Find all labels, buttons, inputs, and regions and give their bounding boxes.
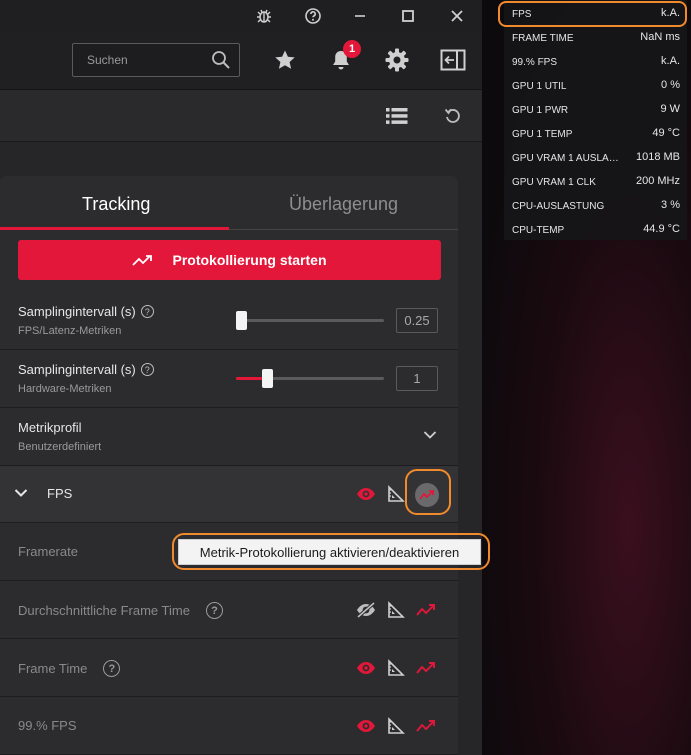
list-view-icon[interactable] [384,104,410,128]
metric-row-avg-frametime: Durchschnittliche Frame Time? [0,581,458,639]
sub-toolbar [0,90,482,142]
trend-icon[interactable] [415,599,437,621]
bug-report-icon[interactable] [251,4,277,28]
ruler-triangle-icon[interactable] [385,599,407,621]
trend-icon[interactable] [415,657,437,679]
app-window: Suchen 1 Tracking Überlagerung Protokoll… [0,0,482,755]
chevron-down-icon[interactable] [423,430,437,440]
notification-badge: 1 [343,40,361,58]
ruler-triangle-icon[interactable] [385,657,407,679]
overlay-row: GPU 1 PWR 9 W [512,103,680,116]
eye-icon[interactable] [355,657,377,679]
maximize-icon[interactable] [395,4,421,28]
title-bar [0,0,482,32]
overlay-fps-highlight [498,1,687,27]
sampling-fps-title: Samplingintervall (s)? [18,304,154,319]
setting-sampling-fps: Samplingintervall (s)? FPS/Latenz-Metrik… [0,292,458,350]
eye-icon[interactable] [355,483,377,505]
overlay-row: GPU 1 UTIL 0 % [512,79,680,92]
tab-divider [229,229,458,230]
gear-icon[interactable] [383,46,411,74]
help-icon[interactable]: ? [103,660,121,677]
overlay-row: CPU-AUSLASTUNG 3 % [512,199,680,212]
help-icon[interactable]: ? [205,602,223,619]
start-logging-label: Protokollierung starten [172,252,327,268]
sampling-fps-slider-thumb[interactable] [236,311,247,330]
sampling-hw-slider[interactable] [236,369,384,388]
sampling-fps-value[interactable]: 0.25 [396,308,438,333]
metric-row-99-fps: 99.% FPS [0,697,458,755]
tab-tracking[interactable]: Tracking [82,194,150,215]
search-input[interactable]: Suchen [72,43,240,77]
eye-off-icon[interactable] [355,599,377,621]
overlay-row: FRAME TIME NaN ms [512,31,680,44]
reset-icon[interactable] [440,104,466,128]
trend-icon[interactable] [415,715,437,737]
search-icon [211,50,231,75]
overlay-row: CPU-TEMP 44.9 °C [512,223,680,236]
sampling-hw-slider-thumb[interactable] [262,369,274,388]
fps-group-label: FPS [47,486,73,501]
sidebar-toggle-icon[interactable] [439,46,467,74]
metric-profile-subtitle: Benutzerdefiniert [18,441,102,453]
tab-active-indicator [0,227,229,230]
top-toolbar: Suchen [0,32,482,90]
setting-sampling-hardware: Samplingintervall (s)? Hardware-Metriken… [0,350,458,408]
overlay-row: GPU 1 TEMP 49 °C [512,127,680,140]
help-icon[interactable]: ? [140,363,154,376]
eye-icon[interactable] [355,715,377,737]
sampling-hw-subtitle: Hardware-Metriken [18,383,112,395]
help-icon[interactable] [300,4,326,28]
metrics-overlay: FPS k.A. FRAME TIME NaN ms 99.% FPS k.A. GP… [504,0,687,240]
sampling-fps-slider[interactable] [236,311,384,330]
sampling-hw-title: Samplingintervall (s)? [18,362,154,377]
metric-label: 99.% FPS [18,718,77,733]
tab-bar: Tracking Überlagerung [0,176,458,231]
tooltip-highlight [172,533,490,570]
trend-icon [132,255,153,266]
close-icon[interactable] [444,4,470,28]
fps-group-header[interactable]: FPS [0,466,458,523]
overlay-row: 99.% FPS k.A. [512,55,680,68]
overlay-row: GPU VRAM 1 AUSLA… 1018 MB [512,151,680,164]
search-placeholder: Suchen [87,53,128,67]
minimize-icon[interactable] [347,4,373,28]
ruler-triangle-icon[interactable] [385,715,407,737]
star-icon[interactable] [271,46,299,74]
ruler-triangle-icon[interactable] [385,483,407,505]
start-logging-button[interactable]: Protokollierung starten [18,240,441,280]
metric-label: Frame Time? [18,660,121,677]
metric-label: Durchschnittliche Frame Time? [18,602,223,619]
metric-row-frametime: Frame Time? [0,639,458,697]
sampling-hw-value[interactable]: 1 [396,366,438,391]
chevron-down-icon[interactable] [14,488,28,498]
tab-overlay[interactable]: Überlagerung [289,194,398,215]
logging-toggle-highlight [405,469,451,515]
overlay-row: GPU VRAM 1 CLK 200 MHz [512,175,680,188]
help-icon[interactable]: ? [140,305,154,318]
metric-profile-title: Metrikprofil [18,420,82,435]
setting-metric-profile[interactable]: Metrikprofil Benutzerdefiniert [0,408,458,466]
sampling-fps-subtitle: FPS/Latenz-Metriken [18,325,122,337]
tracking-panel: Tracking Überlagerung Protokollierung st… [0,176,458,755]
metric-label: Framerate [18,544,78,559]
